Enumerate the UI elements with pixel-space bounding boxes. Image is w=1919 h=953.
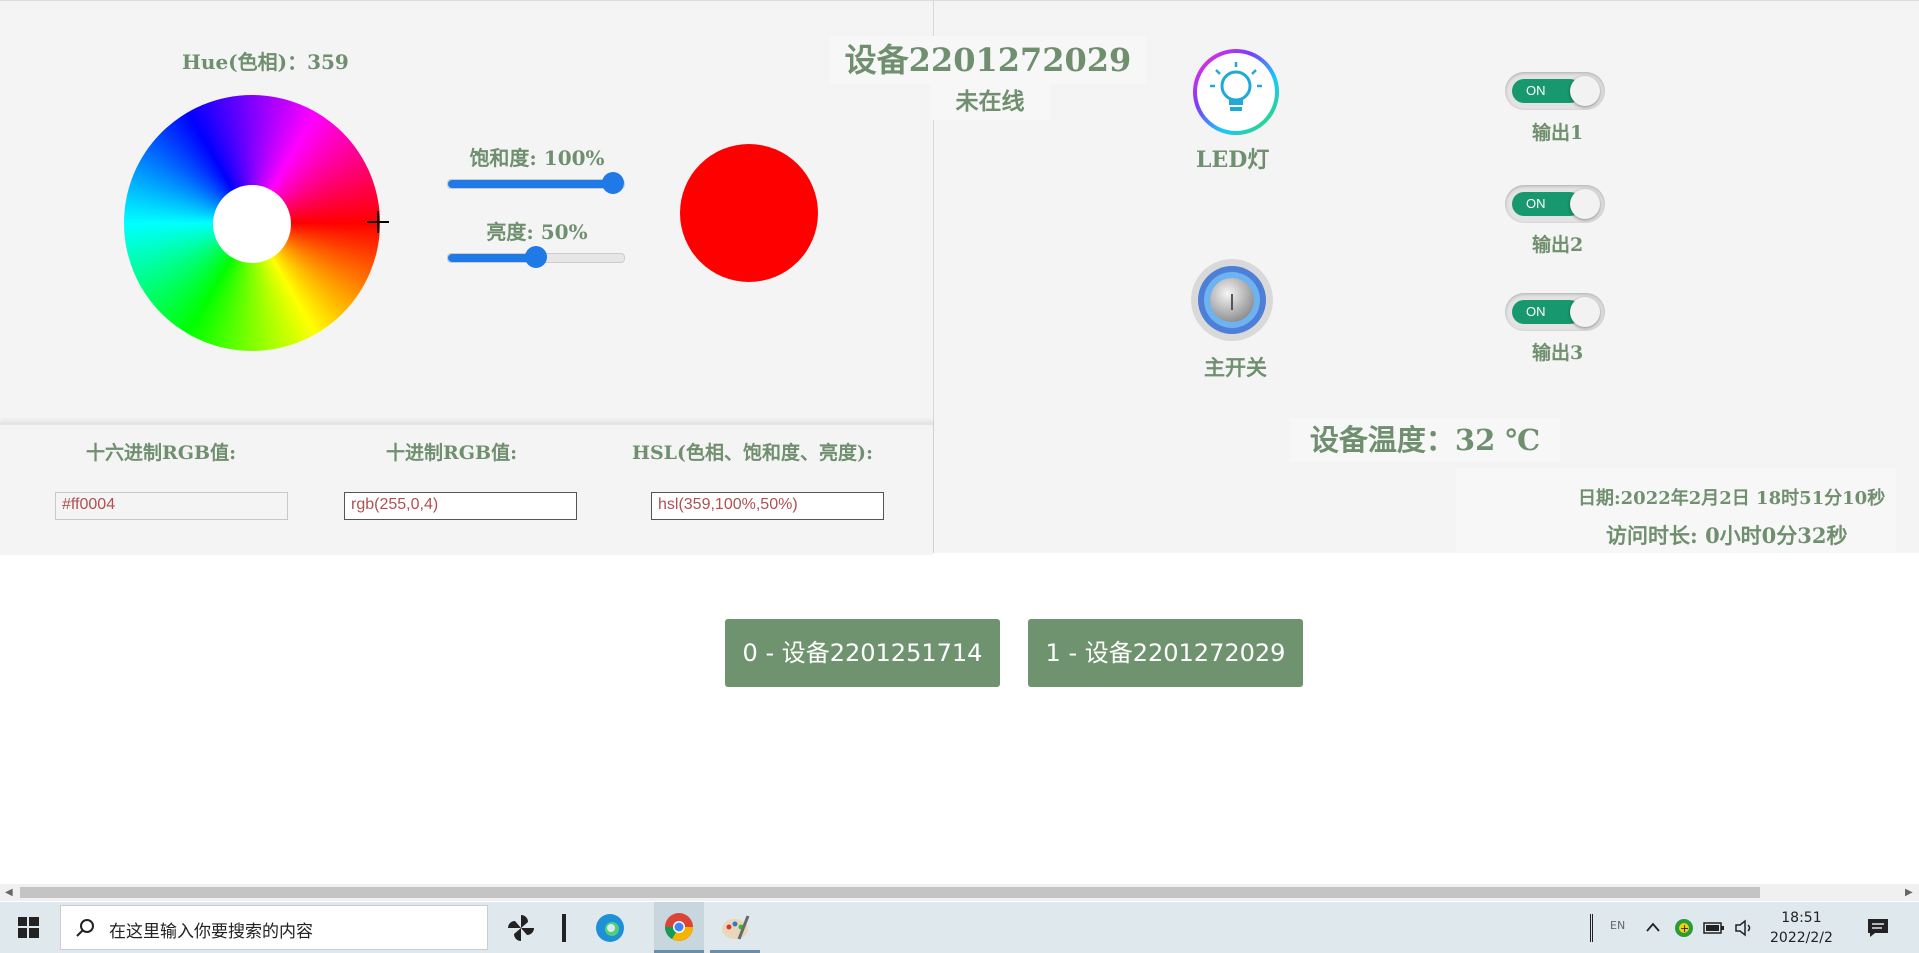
battery-icon[interactable] <box>1703 920 1725 936</box>
hue-label: Hue(色相)：359 <box>182 50 349 74</box>
toggle-knob <box>1570 297 1600 327</box>
clock-time: 18:51 <box>1781 910 1822 926</box>
output2-toggle[interactable]: ON <box>1505 185 1605 223</box>
taskbar-clock[interactable]: 18:51 2022/2/2 <box>1770 908 1833 948</box>
toggle-knob <box>1570 189 1600 219</box>
svg-text:+: + <box>1680 922 1689 935</box>
windows-start-icon[interactable] <box>18 917 39 938</box>
hex-label: 十六进制RGB值: <box>86 442 237 464</box>
crosshair-cursor-icon <box>367 211 389 233</box>
horizontal-scrollbar[interactable]: ◀ ▶ <box>0 884 1919 901</box>
output3-toggle[interactable]: ON <box>1505 293 1605 331</box>
device-button-1[interactable]: 1 - 设备2201272029 <box>1028 619 1303 687</box>
output1-toggle[interactable]: ON <box>1505 72 1605 110</box>
volume-icon[interactable] <box>1734 919 1756 937</box>
rgb-field[interactable]: rgb(255,0,4) <box>344 492 577 520</box>
output2-label: 输出2 <box>1532 234 1584 256</box>
taskbar: 在这里输入你要搜索的内容 EN + 18:51 2022/2/2 <box>0 902 1919 953</box>
lightness-slider[interactable] <box>447 246 625 268</box>
paint-icon <box>722 915 750 940</box>
hsl-field[interactable]: hsl(359,100%,50%) <box>651 492 884 520</box>
led-bulb-icon[interactable] <box>1192 48 1280 136</box>
output1-label: 输出1 <box>1532 122 1584 144</box>
lightness-slider-fill <box>448 254 536 262</box>
saturation-label: 饱和度: 100% <box>469 146 605 170</box>
notification-icon[interactable] <box>1866 917 1890 939</box>
device-status: 未在线 <box>930 84 1050 120</box>
chevron-up-icon[interactable] <box>1645 920 1661 934</box>
clock-date: 2022/2/2 <box>1770 930 1833 946</box>
color-preview-swatch <box>680 144 818 282</box>
hsl-label: HSL(色相、饱和度、亮度): <box>632 442 874 464</box>
scroll-left-icon[interactable]: ◀ <box>5 887 13 898</box>
scrollbar-thumb[interactable] <box>20 887 1760 898</box>
color-wheel-center <box>213 185 291 263</box>
paint-taskbar-item[interactable] <box>710 902 760 953</box>
device-button-0[interactable]: 0 - 设备2201251714 <box>725 619 1000 687</box>
edge-icon[interactable] <box>594 912 626 944</box>
task-view-icon[interactable] <box>562 914 566 942</box>
saturation-slider-knob[interactable] <box>602 172 624 194</box>
search-icon <box>76 919 94 937</box>
lightness-label: 亮度: 50% <box>486 220 588 244</box>
saturation-slider-fill <box>448 180 613 188</box>
show-desktop-divider <box>1590 914 1593 942</box>
taskbar-search-box[interactable]: 在这里输入你要搜索的内容 <box>60 905 488 950</box>
chrome-icon <box>665 913 693 941</box>
pinwheel-app-icon[interactable] <box>505 912 537 944</box>
scroll-right-icon[interactable]: ▶ <box>1905 887 1913 898</box>
output3-label: 输出3 <box>1532 342 1584 364</box>
shield-icon[interactable]: + <box>1674 918 1694 938</box>
led-label: LED灯 <box>1196 147 1270 173</box>
search-placeholder: 在这里输入你要搜索的内容 <box>109 922 313 942</box>
toggle-knob <box>1570 76 1600 106</box>
device-title: 设备2201272029 <box>830 36 1146 84</box>
rgb-label: 十进制RGB值: <box>386 442 518 464</box>
device-temperature: 设备温度：32 ℃ <box>1290 418 1560 462</box>
language-indicator[interactable]: EN <box>1610 919 1625 932</box>
visit-duration-text: 访问时长: 0小时0分32秒 <box>1606 523 1848 548</box>
lightness-slider-knob[interactable] <box>525 246 547 268</box>
date-text: 日期:2022年2月2日 18时51分10秒 <box>1578 488 1886 509</box>
saturation-slider[interactable] <box>447 172 625 194</box>
chrome-taskbar-active[interactable] <box>654 902 704 953</box>
main-switch-label: 主开关 <box>1204 355 1267 380</box>
power-knob-icon[interactable] <box>1190 258 1274 342</box>
hex-field[interactable]: #ff0004 <box>55 492 288 520</box>
